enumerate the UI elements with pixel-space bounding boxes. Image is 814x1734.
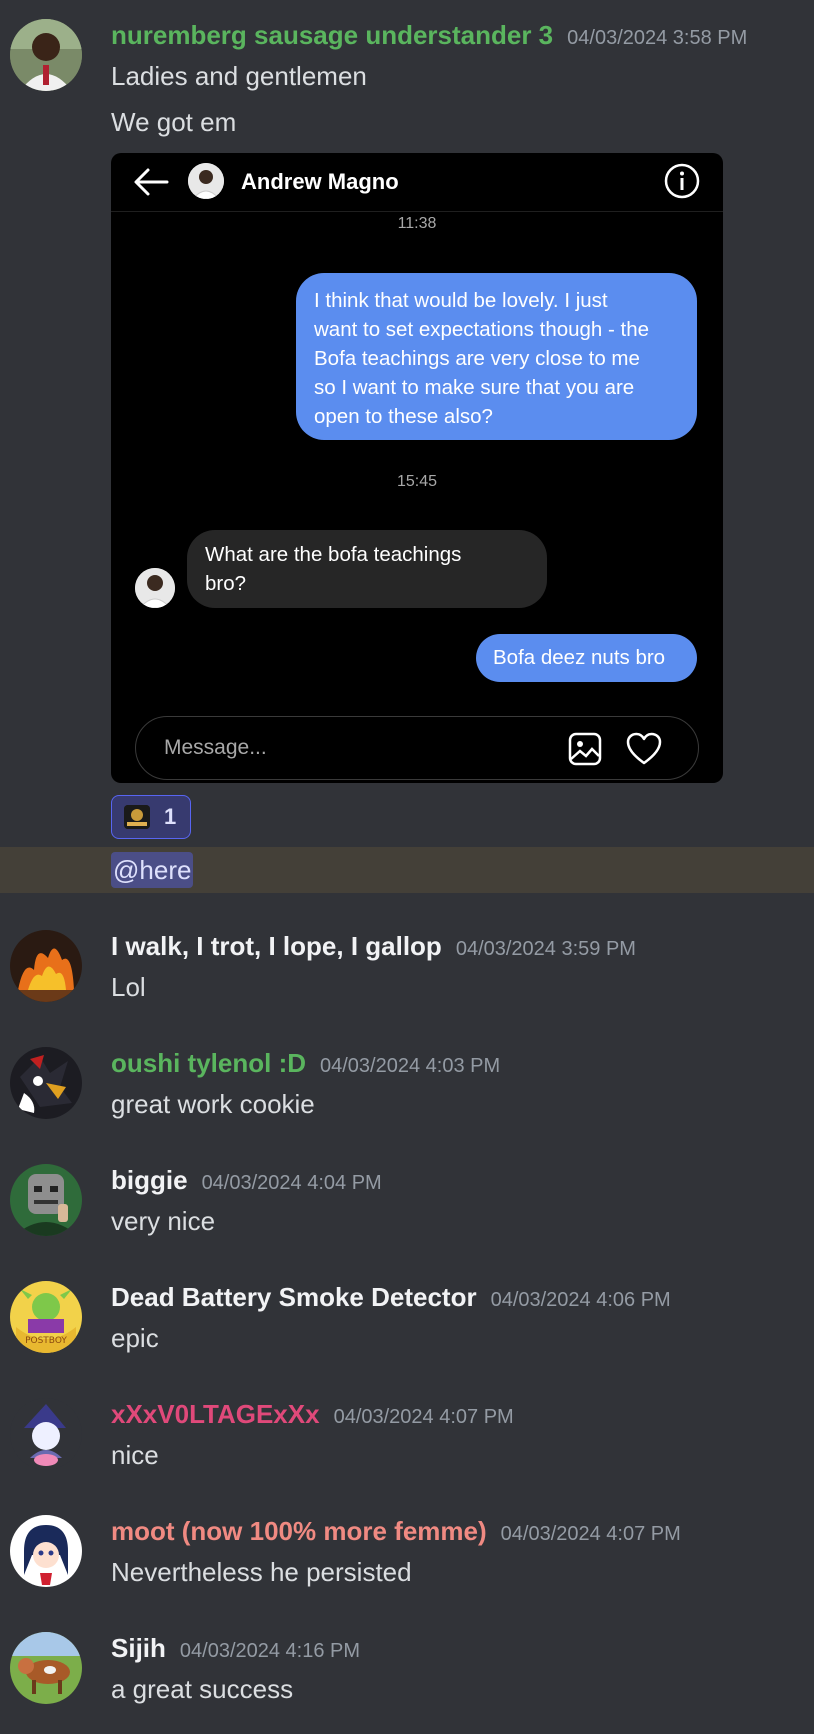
heart-icon: [626, 732, 662, 765]
author-label[interactable]: nuremberg sausage understander 3: [111, 20, 553, 50]
avatar[interactable]: [10, 1515, 82, 1587]
info-icon: [664, 163, 700, 199]
message-text: Nevertheless he persisted: [111, 1557, 412, 1587]
timestamp: 04/03/2024 4:07 PM: [333, 1406, 514, 1428]
author-label[interactable]: Sijih: [111, 1633, 166, 1663]
author-name[interactable]: moot (now 100% more femme) 04/03/2024 4:0…: [111, 1516, 681, 1547]
author-name[interactable]: I walk, I trot, I lope, I gallop 04/03/20…: [111, 931, 636, 962]
avatar[interactable]: [10, 19, 82, 91]
timestamp: 04/03/2024 4:06 PM: [490, 1289, 671, 1311]
time-stamp-1: 11:38: [397, 215, 437, 232]
dm-header: Andrew Magno: [111, 153, 723, 212]
author-name[interactable]: Dead Battery Smoke Detector 04/03/2024 4:…: [111, 1282, 671, 1313]
message-line-1: Ladies and gentlemen: [111, 61, 367, 91]
author-name[interactable]: biggie 04/03/2024 4:04 PM: [111, 1165, 382, 1196]
timestamp: 04/03/2024 4:16 PM: [179, 1640, 361, 1662]
avatar[interactable]: [10, 930, 82, 1002]
attached-image[interactable]: Andrew Magno 11:38 I think that would be…: [111, 153, 723, 783]
avatar[interactable]: [10, 1047, 82, 1119]
custom-emoji-icon: [124, 805, 150, 829]
timestamp: 04/03/2024 4:03 PM: [320, 1055, 501, 1077]
author-label[interactable]: biggie: [111, 1165, 188, 1195]
incoming-bubble-1: What are the bofa teachings bro?: [187, 530, 547, 608]
author-label[interactable]: I walk, I trot, I lope, I gallop: [111, 931, 442, 961]
reaction-count: 1: [164, 804, 177, 829]
here-mention[interactable]: @here: [111, 852, 194, 888]
author-label[interactable]: oushi tylenol :D: [111, 1048, 306, 1078]
author-name[interactable]: xXxV0LTAGExXx 04/03/2024 4:07 PM: [111, 1399, 514, 1430]
message-text: very nice: [111, 1206, 216, 1236]
time-stamp-2: 15:45: [396, 473, 438, 490]
reaction-button[interactable]: 1: [111, 795, 191, 839]
avatar[interactable]: [10, 1632, 82, 1704]
outgoing-bubble-2: Bofa deez nuts bro: [476, 634, 697, 682]
message-composer: Message...: [135, 716, 699, 780]
message-text: nice: [111, 1440, 159, 1470]
author-name[interactable]: oushi tylenol :D 04/03/2024 4:03 PM: [111, 1048, 500, 1079]
message-text: epic: [111, 1323, 159, 1353]
svg-text:POSTBOY: POSTBOY: [25, 1336, 67, 1346]
back-arrow-icon: [134, 168, 169, 196]
contact-avatar: [188, 163, 224, 199]
outgoing-bubble-1: I think that would be lovely. I just wan…: [296, 273, 697, 440]
author-label[interactable]: xXxV0LTAGExXx: [111, 1399, 320, 1429]
message-text: a great success: [111, 1674, 294, 1704]
gallery-icon: [568, 732, 602, 766]
message-text: great work cookie: [111, 1089, 315, 1119]
avatar[interactable]: POSTBOY: [10, 1281, 82, 1353]
timestamp: 04/03/2024 3:59 PM: [455, 938, 636, 960]
author-name[interactable]: Sijih 04/03/2024 4:16 PM: [111, 1633, 360, 1664]
contact-name: Andrew Magno: [241, 169, 399, 194]
avatar[interactable]: [10, 1164, 82, 1236]
timestamp: 04/03/2024 3:58 PM: [567, 27, 748, 49]
timestamp: 04/03/2024 4:04 PM: [201, 1172, 382, 1194]
avatar[interactable]: [10, 1398, 82, 1470]
author-label[interactable]: Dead Battery Smoke Detector: [111, 1282, 477, 1312]
mention-highlight-row: @here: [0, 847, 814, 893]
message-line-2: We got em: [111, 107, 237, 137]
message-input-placeholder: Message...: [164, 736, 267, 759]
timestamp: 04/03/2024 4:07 PM: [500, 1523, 681, 1545]
contact-avatar-small: [135, 568, 175, 608]
message-text: Lol: [111, 972, 146, 1002]
author-name[interactable]: nuremberg sausage understander 3 04/03/20…: [111, 20, 747, 51]
author-label[interactable]: moot (now 100% more femme): [111, 1516, 487, 1546]
